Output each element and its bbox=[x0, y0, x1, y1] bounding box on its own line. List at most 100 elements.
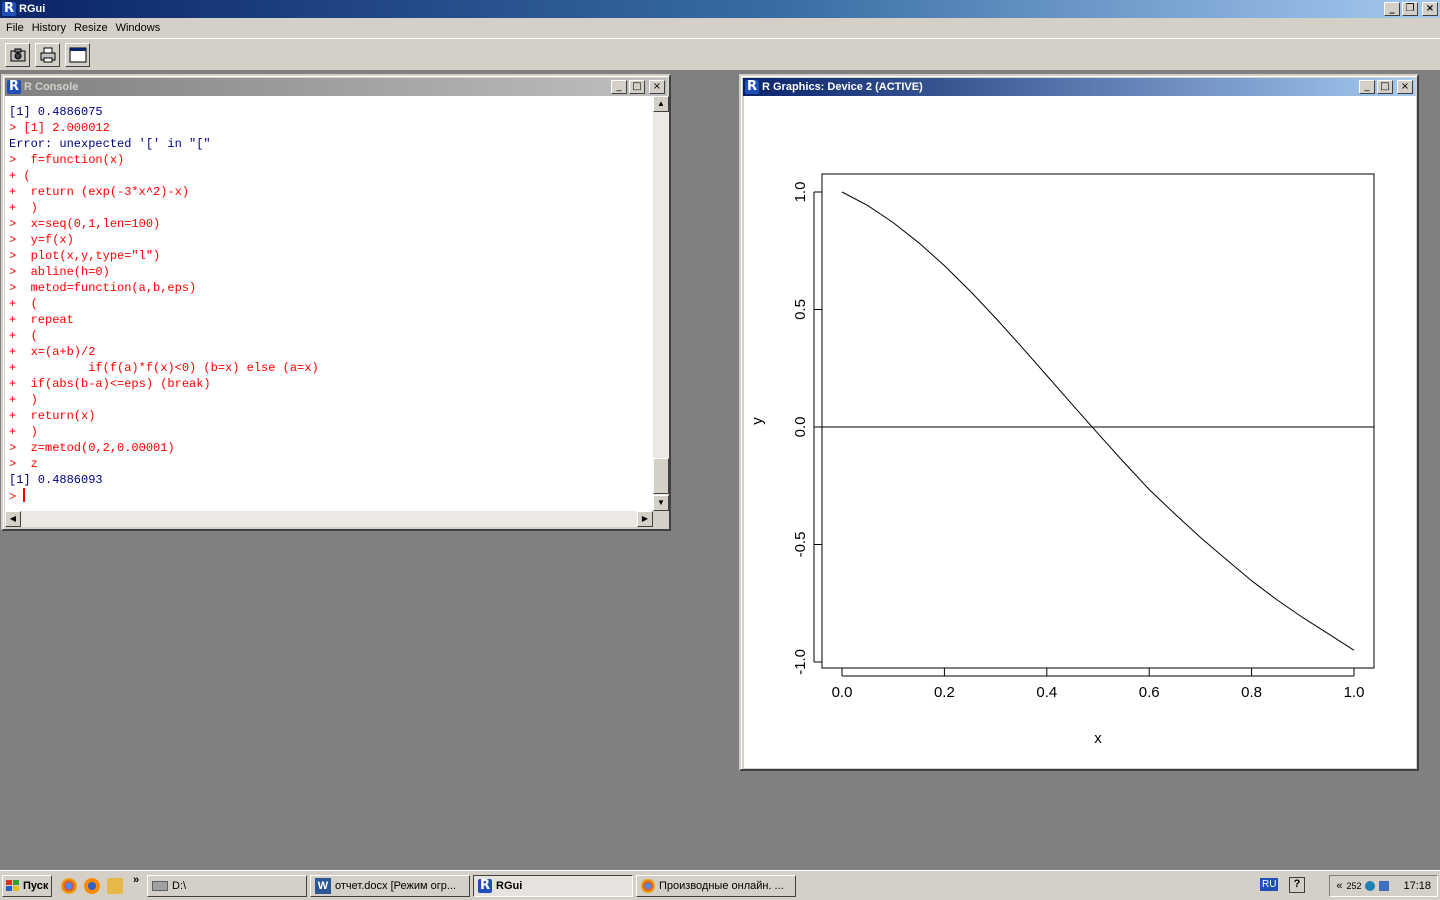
start-label: Пуск bbox=[23, 880, 49, 892]
restore-button[interactable]: ❐ bbox=[1402, 2, 1418, 16]
camera-icon bbox=[10, 48, 25, 61]
y-tick-label: -0.5 bbox=[792, 532, 809, 558]
console-horizontal-scrollbar[interactable]: ◀ ▶ bbox=[5, 511, 653, 527]
help-icon[interactable]: ? bbox=[1289, 877, 1305, 893]
scroll-right-button[interactable]: ▶ bbox=[637, 511, 653, 527]
console-line: Error: unexpected '[' in "[" bbox=[9, 137, 211, 151]
windows-logo-icon bbox=[6, 880, 19, 891]
x-tick-label: 0.8 bbox=[1241, 684, 1262, 701]
language-indicator[interactable]: RU bbox=[1260, 878, 1279, 891]
y-tick-label: 0.5 bbox=[792, 299, 809, 320]
chrome-icon[interactable] bbox=[61, 878, 77, 894]
y-axis-label: y bbox=[749, 417, 766, 425]
minimize-button[interactable]: _ bbox=[1384, 2, 1400, 16]
r-logo-icon: R bbox=[478, 878, 492, 893]
graphics-titlebar[interactable]: R R Graphics: Device 2 (ACTIVE) bbox=[743, 78, 1415, 96]
x-tick-label: 0.4 bbox=[1036, 684, 1057, 701]
display-icon[interactable] bbox=[1379, 881, 1390, 891]
series-line bbox=[841, 191, 1355, 651]
close-button[interactable]: × bbox=[1422, 2, 1438, 16]
menu-windows[interactable]: Windows bbox=[112, 22, 165, 34]
console-line: > metod=function(a,b,eps) bbox=[9, 281, 197, 295]
graphics-maximize-button[interactable]: □ bbox=[1377, 80, 1393, 94]
r-logo-icon: R bbox=[745, 79, 759, 94]
console-line: > [1] 2.000012 bbox=[9, 121, 110, 135]
plot-area: 0.0 0.2 0.4 0.6 0.8 1.0 -1.0 -0.5 0.0 0.5 1.0 x y bbox=[744, 96, 1416, 768]
x-axis-label: x bbox=[1094, 730, 1102, 747]
console-line: + ) bbox=[9, 393, 38, 407]
console-line: + return (exp(-3*x^2)-x) bbox=[9, 185, 190, 199]
app-titlebar[interactable]: R RGui _ ❐ × bbox=[0, 0, 1440, 18]
x-tick-label: 1.0 bbox=[1344, 684, 1365, 701]
task-drive-d[interactable]: D:\ bbox=[147, 875, 307, 897]
task-label: Производные онлайн. ... bbox=[659, 880, 784, 892]
chevron-right-icon[interactable]: » bbox=[133, 874, 139, 886]
chevron-left-icon[interactable]: « bbox=[1336, 880, 1342, 892]
console-vertical-scrollbar[interactable]: ▲ ▼ bbox=[653, 96, 669, 511]
folder-icon[interactable] bbox=[107, 878, 123, 894]
console-line: + ( bbox=[9, 297, 38, 311]
console-titlebar[interactable]: R R Console bbox=[5, 78, 667, 96]
y-tick-label: -1.0 bbox=[792, 649, 809, 675]
menu-history[interactable]: History bbox=[28, 22, 70, 34]
console-output[interactable]: [1] 0.4886075 > [1] 2.000012 Error: unexpe… bbox=[5, 96, 653, 511]
task-chrome[interactable]: Производные онлайн. ... bbox=[636, 875, 796, 897]
console-line: + repeat bbox=[9, 313, 74, 327]
console-line: + return(x) bbox=[9, 409, 96, 423]
y-tick-label: 1.0 bbox=[792, 182, 809, 203]
console-line: > z bbox=[9, 457, 38, 471]
scroll-left-button[interactable]: ◀ bbox=[5, 511, 21, 527]
graphics-title: R Graphics: Device 2 (ACTIVE) bbox=[762, 81, 923, 93]
r-logo-icon: R bbox=[7, 79, 21, 94]
drive-icon bbox=[152, 881, 168, 891]
firefox-icon[interactable] bbox=[84, 878, 100, 894]
task-word[interactable]: W отчет.docx [Режим огр... bbox=[310, 875, 470, 897]
line-plot: 0.0 0.2 0.4 0.6 0.8 1.0 -1.0 -0.5 0.0 0.5 1.0 x y bbox=[749, 173, 1375, 747]
chrome-icon bbox=[641, 879, 655, 893]
tray-number: 252 bbox=[1346, 881, 1362, 891]
start-button[interactable]: Пуск bbox=[2, 875, 52, 897]
menu-file[interactable]: File bbox=[2, 22, 28, 34]
word-icon: W bbox=[315, 878, 331, 894]
console-maximize-button[interactable]: □ bbox=[629, 80, 645, 94]
network-icon[interactable] bbox=[1365, 881, 1376, 891]
console-line: + if(f(a)*f(x)<0) (b=x) else (a=x) bbox=[9, 361, 319, 375]
console-close-button[interactable]: × bbox=[649, 80, 665, 94]
console-line: [1] 0.4886093 bbox=[9, 473, 103, 487]
toolbar bbox=[0, 38, 1440, 71]
text-caret bbox=[23, 488, 26, 502]
menu-resize[interactable]: Resize bbox=[70, 22, 112, 34]
console-title: R Console bbox=[24, 81, 79, 93]
console-line: + ( bbox=[9, 169, 31, 183]
task-label: D:\ bbox=[172, 880, 187, 892]
scroll-up-button[interactable]: ▲ bbox=[653, 96, 669, 112]
console-line: [1] 0.4886075 bbox=[9, 105, 103, 119]
graphics-close-button[interactable]: × bbox=[1397, 80, 1413, 94]
plot-frame bbox=[821, 173, 1375, 669]
system-tray: « 252 17:18 bbox=[1329, 875, 1438, 897]
console-line: > abline(h=0) bbox=[9, 265, 110, 279]
window-icon bbox=[69, 47, 86, 62]
x-tick-label: 0.2 bbox=[934, 684, 955, 701]
console-line: > y=f(x) bbox=[9, 233, 74, 247]
console-line: + ) bbox=[9, 425, 38, 439]
task-rgui[interactable]: R RGui bbox=[473, 875, 633, 897]
print-button[interactable] bbox=[35, 42, 60, 67]
console-line: + if(abs(b-a)<=eps) (break) bbox=[9, 377, 211, 391]
copy-button[interactable] bbox=[5, 42, 30, 67]
taskbar: Пуск » D:\ W отчет.docx [Режим огр... R … bbox=[0, 870, 1440, 900]
console-prompt[interactable]: > bbox=[9, 488, 653, 504]
console-line: + ( bbox=[9, 329, 38, 343]
y-tick-label: 0.0 bbox=[792, 417, 809, 438]
scroll-thumb[interactable] bbox=[653, 458, 669, 494]
console-line: > z=metod(0,2,0.00001) bbox=[9, 441, 175, 455]
app-title: RGui bbox=[19, 3, 46, 15]
x-tick-label: 0.6 bbox=[1139, 684, 1160, 701]
console-minimize-button[interactable]: _ bbox=[611, 80, 627, 94]
graphics-minimize-button[interactable]: _ bbox=[1359, 80, 1375, 94]
window-button[interactable] bbox=[65, 42, 90, 67]
console-line: > x=seq(0,1,len=100) bbox=[9, 217, 161, 231]
scroll-down-button[interactable]: ▼ bbox=[653, 495, 669, 511]
console-line: > f=function(x) bbox=[9, 153, 125, 167]
clock: 17:18 bbox=[1403, 880, 1431, 892]
